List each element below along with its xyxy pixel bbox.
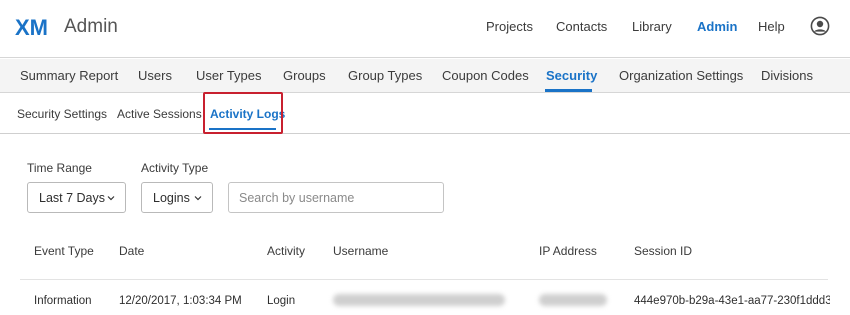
- tab-divisions[interactable]: Divisions: [761, 68, 813, 83]
- column-header-activity[interactable]: Activity: [267, 244, 305, 258]
- user-circle-icon[interactable]: [810, 16, 830, 36]
- time-range-dropdown[interactable]: Last 7 Days: [27, 182, 126, 213]
- tab-group-types[interactable]: Group Types: [348, 68, 422, 83]
- username-search-input[interactable]: [228, 182, 444, 213]
- tab-coupon-codes[interactable]: Coupon Codes: [442, 68, 529, 83]
- logo-text: XM: [15, 15, 48, 39]
- tab-summary-report[interactable]: Summary Report: [20, 68, 118, 83]
- activity-type-dropdown[interactable]: Logins: [141, 182, 213, 213]
- tab-users[interactable]: Users: [138, 68, 172, 83]
- table-header-divider: [20, 279, 828, 280]
- column-header-ip-address[interactable]: IP Address: [539, 244, 597, 258]
- topnav-contacts[interactable]: Contacts: [556, 19, 607, 34]
- tab-security[interactable]: Security: [546, 68, 597, 83]
- highlight-annotation-box: [203, 92, 283, 134]
- subtab-security-settings[interactable]: Security Settings: [17, 107, 107, 121]
- time-range-value: Last 7 Days: [39, 191, 106, 205]
- tab-organization-settings[interactable]: Organization Settings: [619, 68, 743, 83]
- primary-nav: Summary Report Users User Types Groups G…: [0, 59, 850, 93]
- column-header-event-type[interactable]: Event Type: [34, 244, 94, 258]
- cell-date: 12/20/2017, 1:03:34 PM: [119, 295, 242, 307]
- activity-type-value: Logins: [153, 191, 190, 205]
- column-header-session-id[interactable]: Session ID: [634, 244, 692, 258]
- active-tab-indicator: [545, 89, 592, 92]
- chevron-down-icon: [107, 196, 115, 201]
- cell-session-id: 444e970b-b29a-43e1-aa77-230f1ddd37: [634, 295, 830, 307]
- top-header: XM Admin Projects Contacts Library Admin…: [0, 0, 850, 58]
- topnav-help[interactable]: Help: [758, 19, 785, 34]
- app-title: Admin: [64, 16, 118, 37]
- cell-event-type: Information: [34, 295, 92, 307]
- topnav-admin[interactable]: Admin: [697, 19, 737, 34]
- sub-nav: Security Settings Active Sessions Activi…: [0, 93, 850, 134]
- time-range-label: Time Range: [27, 161, 92, 175]
- cell-activity: Login: [267, 295, 296, 307]
- cell-username-redacted: [333, 294, 505, 306]
- activity-type-label: Activity Type: [141, 161, 209, 175]
- column-header-date[interactable]: Date: [119, 244, 144, 258]
- tab-user-types[interactable]: User Types: [196, 68, 262, 83]
- topnav-projects[interactable]: Projects: [486, 19, 533, 34]
- subtab-active-sessions[interactable]: Active Sessions: [117, 107, 202, 121]
- topnav-library[interactable]: Library: [632, 19, 672, 34]
- tab-groups[interactable]: Groups: [283, 68, 326, 83]
- chevron-down-icon: [194, 196, 202, 201]
- cell-ip-address-redacted: [539, 294, 607, 306]
- column-header-username[interactable]: Username: [333, 244, 388, 258]
- xm-logo[interactable]: XM: [15, 14, 55, 40]
